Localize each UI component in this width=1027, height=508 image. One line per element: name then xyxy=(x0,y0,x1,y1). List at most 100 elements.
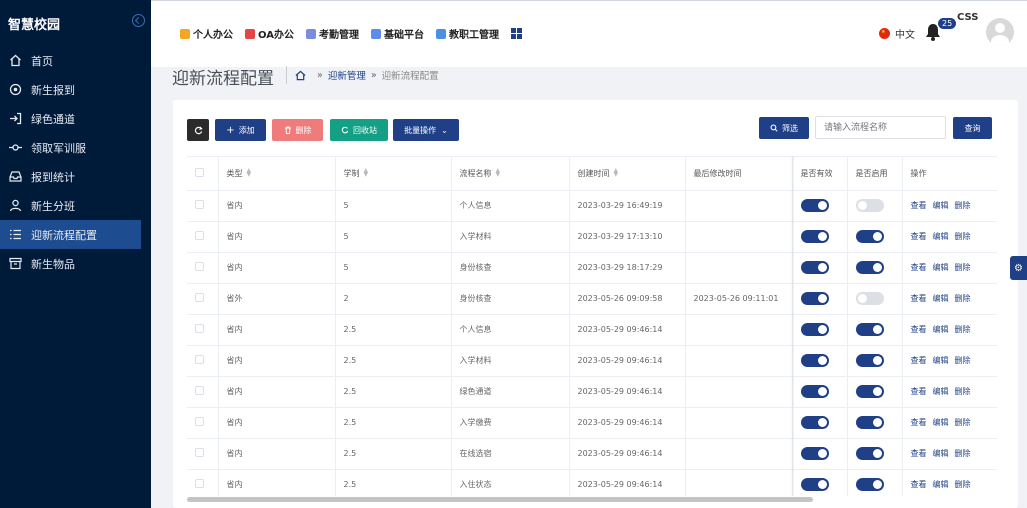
valid-toggle[interactable] xyxy=(800,385,829,398)
table-row[interactable]: 省内 2.5 入学材料 2023-05-29 09:46:14 查看 编辑 删除 xyxy=(187,345,997,377)
sidebar-item[interactable]: 新生分班 xyxy=(0,191,151,220)
delete-link[interactable]: 删除 xyxy=(955,263,971,272)
sort-icon[interactable]: ▲ ▼ xyxy=(247,168,252,178)
valid-toggle[interactable] xyxy=(800,416,829,429)
delete-link[interactable]: 删除 xyxy=(955,232,971,241)
row-checkbox[interactable] xyxy=(195,479,204,488)
refresh-button[interactable] xyxy=(187,119,209,141)
avatar[interactable] xyxy=(986,18,1014,46)
view-link[interactable]: 查看 xyxy=(911,294,927,303)
select-all-checkbox[interactable] xyxy=(195,167,204,177)
settings-gear-icon[interactable]: ⚙ xyxy=(1010,256,1027,280)
process-name-search-input[interactable] xyxy=(815,116,946,139)
view-link[interactable]: 查看 xyxy=(911,387,927,396)
row-checkbox[interactable] xyxy=(195,417,204,426)
edit-link[interactable]: 编辑 xyxy=(933,263,949,272)
enabled-toggle[interactable] xyxy=(855,447,884,460)
top-nav-item[interactable]: 考勤管理 xyxy=(305,26,359,41)
valid-toggle[interactable] xyxy=(800,354,829,367)
breadcrumb-item-parent[interactable]: 迎新管理 xyxy=(328,68,366,82)
valid-toggle[interactable] xyxy=(800,230,829,243)
table-row[interactable]: 省内 2.5 入学缴费 2023-05-29 09:46:14 查看 编辑 删除 xyxy=(187,407,997,439)
enabled-toggle[interactable] xyxy=(855,230,884,243)
delete-link[interactable]: 删除 xyxy=(955,387,971,396)
top-nav-item[interactable]: OA办公 xyxy=(245,26,294,41)
edit-link[interactable]: 编辑 xyxy=(933,201,949,210)
sort-icon[interactable]: ▲ ▼ xyxy=(496,168,501,178)
table-row[interactable]: 省内 5 身份核查 2023-03-29 18:17:29 查看 编辑 删除 xyxy=(187,252,997,284)
sidebar-item[interactable]: 绿色通道 xyxy=(0,104,151,133)
valid-toggle[interactable] xyxy=(800,478,829,491)
delete-link[interactable]: 删除 xyxy=(955,480,971,489)
sidebar-item[interactable]: 报到统计 xyxy=(0,162,151,191)
top-nav-item[interactable]: 个人办公 xyxy=(180,26,233,41)
row-checkbox[interactable] xyxy=(195,324,204,333)
table-row[interactable]: 省外 2 身份核查 2023-05-26 09:09:58 2023-05-26 09:… xyxy=(187,283,997,315)
batch-operations-dropdown[interactable]: 批量操作 ⌄ xyxy=(393,119,459,141)
delete-link[interactable]: 删除 xyxy=(955,418,971,427)
delete-link[interactable]: 删除 xyxy=(955,325,971,334)
row-checkbox[interactable] xyxy=(195,231,204,240)
recycle-bin-button[interactable]: 回收站 xyxy=(330,119,388,141)
delete-link[interactable]: 删除 xyxy=(955,294,971,303)
query-button[interactable]: 查询 xyxy=(953,117,992,139)
view-link[interactable]: 查看 xyxy=(911,356,927,365)
horizontal-scrollbar[interactable] xyxy=(187,497,813,502)
table-row[interactable]: 省内 5 个人信息 2023-03-29 16:49:19 查看 编辑 删除 xyxy=(187,190,997,222)
valid-toggle[interactable] xyxy=(800,292,829,305)
delete-link[interactable]: 删除 xyxy=(955,201,971,210)
sidebar-item[interactable]: 新生报到 xyxy=(0,75,151,104)
sort-icon[interactable]: ▲ ▼ xyxy=(614,168,619,178)
table-row[interactable]: 省内 5 入学材料 2023-03-29 17:13:10 查看 编辑 删除 xyxy=(187,221,997,253)
valid-toggle[interactable] xyxy=(800,261,829,274)
row-checkbox[interactable] xyxy=(195,200,204,209)
enabled-toggle[interactable] xyxy=(855,478,884,491)
collapse-sidebar-icon[interactable] xyxy=(132,14,145,27)
table-row[interactable]: 省内 2.5 绿色通道 2023-05-29 09:46:14 查看 编辑 删除 xyxy=(187,376,997,408)
valid-toggle[interactable] xyxy=(800,323,829,336)
edit-link[interactable]: 编辑 xyxy=(933,449,949,458)
row-checkbox[interactable] xyxy=(195,386,204,395)
column-header-type[interactable]: 类型 ▲ ▼ xyxy=(218,157,336,191)
delete-link[interactable]: 删除 xyxy=(955,356,971,365)
row-checkbox[interactable] xyxy=(195,262,204,271)
view-link[interactable]: 查看 xyxy=(911,325,927,334)
edit-link[interactable]: 编辑 xyxy=(933,232,949,241)
enabled-toggle[interactable] xyxy=(855,199,884,212)
enabled-toggle[interactable] xyxy=(855,323,884,336)
valid-toggle[interactable] xyxy=(800,199,829,212)
apps-grid-icon[interactable] xyxy=(510,28,522,39)
language-switcher[interactable]: 中文 xyxy=(879,26,915,41)
delete-button[interactable]: 删除 xyxy=(272,119,323,141)
edit-link[interactable]: 编辑 xyxy=(933,480,949,489)
top-nav-item[interactable]: 教职工管理 xyxy=(435,26,499,41)
valid-toggle[interactable] xyxy=(800,447,829,460)
sidebar-item[interactable]: 新生物品 xyxy=(0,249,151,278)
add-button[interactable]: + 添加 xyxy=(215,119,266,141)
row-checkbox[interactable] xyxy=(195,355,204,364)
row-checkbox[interactable] xyxy=(195,448,204,457)
edit-link[interactable]: 编辑 xyxy=(933,418,949,427)
table-row[interactable]: 省内 2.5 入住状态 2023-05-29 09:46:14 查看 编辑 删除 xyxy=(187,469,997,496)
view-link[interactable]: 查看 xyxy=(911,263,927,272)
enabled-toggle[interactable] xyxy=(855,261,884,274)
edit-link[interactable]: 编辑 xyxy=(933,325,949,334)
home-icon[interactable] xyxy=(295,70,306,81)
edit-link[interactable]: 编辑 xyxy=(933,294,949,303)
edit-link[interactable]: 编辑 xyxy=(933,387,949,396)
view-link[interactable]: 查看 xyxy=(911,449,927,458)
edit-link[interactable]: 编辑 xyxy=(933,356,949,365)
column-header-process-name[interactable]: 流程名称 ▲ ▼ xyxy=(451,157,570,191)
view-link[interactable]: 查看 xyxy=(911,201,927,210)
column-header-duration[interactable]: 学制 ▲ ▼ xyxy=(335,157,452,191)
sidebar-item[interactable]: 领取军训服 xyxy=(0,133,151,162)
enabled-toggle[interactable] xyxy=(855,416,884,429)
top-nav-item[interactable]: 基础平台 xyxy=(370,26,424,41)
table-row[interactable]: 省内 2.5 在线选宿 2023-05-29 09:46:14 查看 编辑 删除 xyxy=(187,438,997,470)
filter-button[interactable]: 筛选 xyxy=(759,117,809,139)
sidebar-item[interactable]: 首页 xyxy=(0,46,151,75)
row-checkbox[interactable] xyxy=(195,293,204,302)
view-link[interactable]: 查看 xyxy=(911,480,927,489)
enabled-toggle[interactable] xyxy=(855,292,884,305)
delete-link[interactable]: 删除 xyxy=(955,449,971,458)
